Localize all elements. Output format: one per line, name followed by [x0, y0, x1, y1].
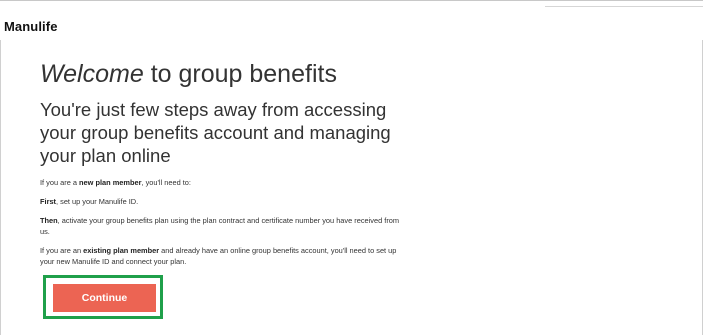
first-step-text: First, set up your Manulife ID.	[40, 197, 139, 206]
continue-button[interactable]: Continue	[53, 284, 156, 312]
left-border	[0, 40, 1, 335]
then-step-text: Then, activate your group benefits plan …	[40, 216, 400, 236]
title-rest: to group benefits	[143, 60, 337, 88]
existing-member-text: If you are an existing plan member and a…	[40, 246, 397, 266]
title-emphasis: Welcome	[40, 60, 144, 88]
brand-logo: Manulife	[4, 19, 58, 34]
top-divider-right	[545, 6, 703, 7]
page-title: Welcome to group benefits	[40, 56, 400, 92]
top-divider	[0, 0, 703, 1]
new-member-text: If you are a new plan member, you'll nee…	[40, 178, 191, 187]
welcome-panel: Welcome to group benefits You're just fe…	[40, 56, 400, 275]
page-subtitle: You're just few steps away from accessin…	[40, 99, 391, 166]
